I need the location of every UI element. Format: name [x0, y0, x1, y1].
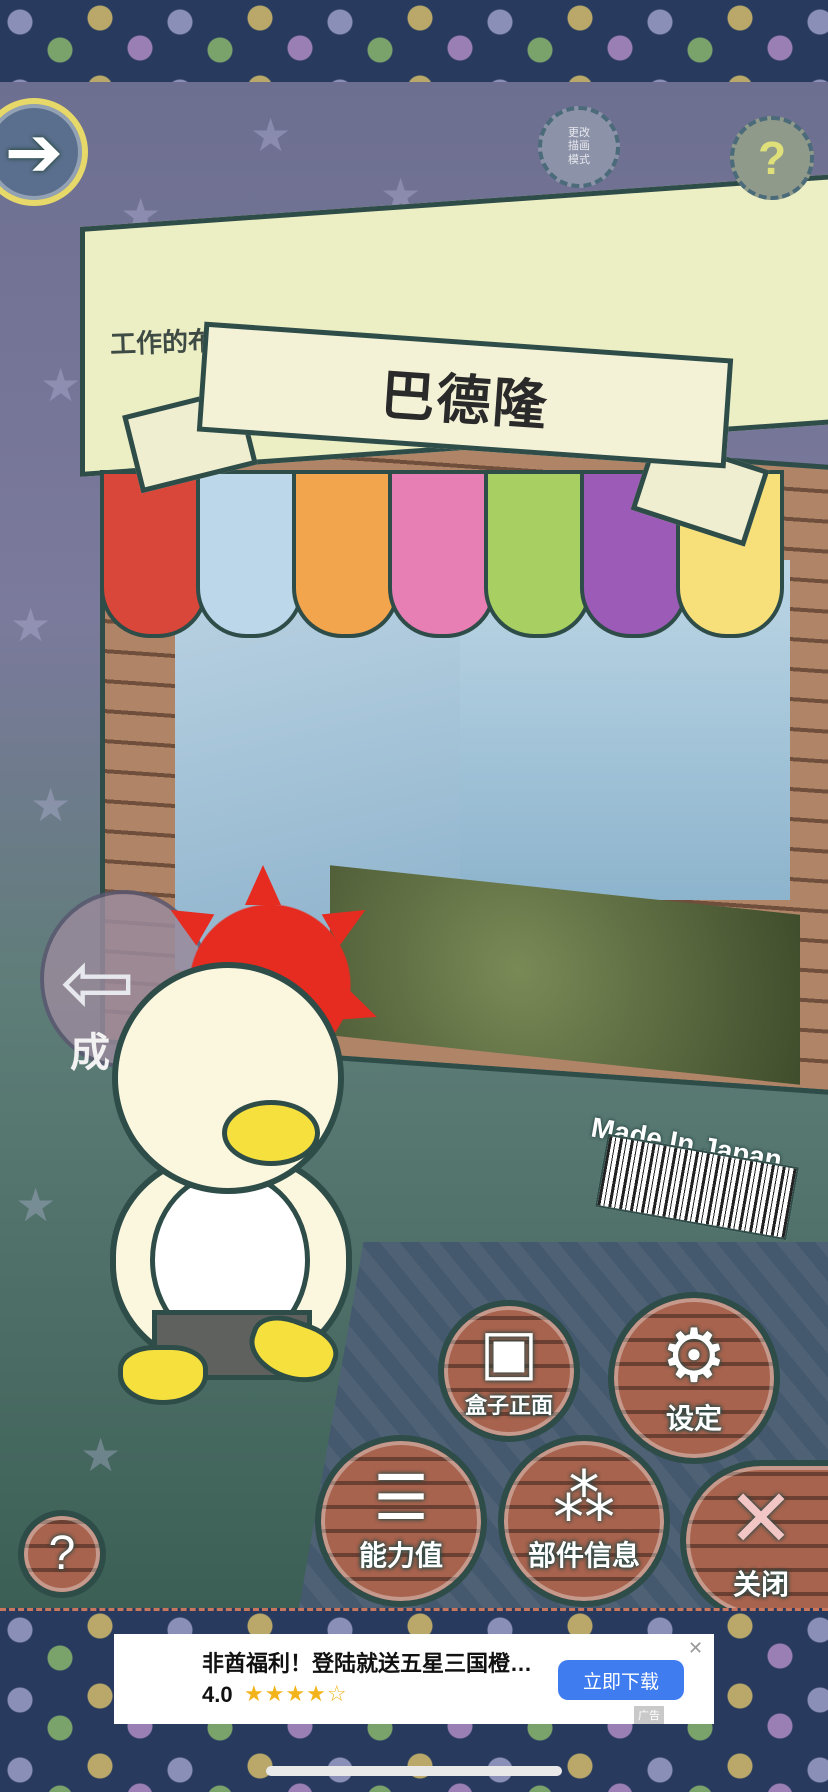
- box-front-button[interactable]: ▣ 盒子正面: [438, 1300, 580, 1442]
- awning-green: [484, 470, 592, 638]
- change-render-mode-label: 更改 描画 模式: [568, 127, 590, 166]
- parts-icon: ⁂: [553, 1464, 615, 1533]
- ad-rating-stars: ★★★★☆: [244, 1681, 348, 1706]
- duck-doll-head[interactable]: [112, 962, 344, 1194]
- help-bottom-glyph: ?: [48, 1527, 76, 1580]
- background-star-icon: ★: [40, 359, 82, 411]
- parts-info-label: 部件信息: [527, 1540, 640, 1571]
- change-render-mode-button[interactable]: 更改 描画 模式: [538, 106, 620, 188]
- arrow-right-icon: ➔: [4, 113, 64, 191]
- background-star-icon: ★: [30, 779, 72, 831]
- background-star-icon: ★: [250, 109, 292, 161]
- direction-sign-text: 成: [70, 1031, 110, 1075]
- ad-title: 非酋福利！登陆就送五星三国橙…: [202, 1651, 533, 1676]
- ad-download-button[interactable]: 立即下载: [558, 1660, 684, 1700]
- duck-doll-foot: [118, 1345, 208, 1405]
- spike-shape: [245, 865, 281, 905]
- awning-blue: [196, 470, 304, 638]
- stitch-divider: [0, 1608, 828, 1611]
- help-button-bottom[interactable]: ?: [18, 1510, 106, 1598]
- help-top-glyph: ?: [757, 132, 787, 184]
- ad-rating: 4.0: [202, 1682, 233, 1707]
- settings-label: 设定: [665, 1403, 722, 1434]
- box-icon: ▣: [479, 1318, 539, 1387]
- list-icon: ☰: [373, 1464, 429, 1533]
- doll-name: 巴德隆: [378, 364, 551, 437]
- box-front-label: 盒子正面: [464, 1393, 553, 1418]
- top-star-border: [0, 0, 828, 82]
- awning-orange: [292, 470, 400, 638]
- awning-red: [100, 470, 208, 638]
- close-label: 关闭: [732, 1569, 789, 1600]
- stats-button[interactable]: ☰ 能力值: [315, 1435, 487, 1607]
- ad-close-icon[interactable]: ✕: [688, 1638, 703, 1659]
- gear-icon: ⚙: [660, 1314, 728, 1397]
- background-star-icon: ★: [10, 599, 52, 651]
- parts-info-button[interactable]: ⁂ 部件信息: [498, 1435, 670, 1607]
- close-x-icon: ✕: [727, 1474, 795, 1563]
- awning-pink: [388, 470, 496, 638]
- background-star-icon: ★: [80, 1429, 122, 1481]
- help-button-top[interactable]: ?: [730, 116, 814, 200]
- home-indicator[interactable]: [266, 1766, 562, 1776]
- settings-button[interactable]: ⚙ 设定: [608, 1292, 780, 1464]
- ad-marker: 广告: [634, 1706, 664, 1724]
- stats-label: 能力值: [358, 1540, 443, 1571]
- close-button[interactable]: ✕ 关闭: [680, 1460, 828, 1622]
- duck-doll-beak: [222, 1100, 320, 1166]
- ad-banner[interactable]: 非酋福利！登陆就送五星三国橙… 4.0 ★★★★☆ 立即下载 ✕ 广告: [114, 1634, 714, 1724]
- background-star-icon: ★: [15, 1179, 57, 1231]
